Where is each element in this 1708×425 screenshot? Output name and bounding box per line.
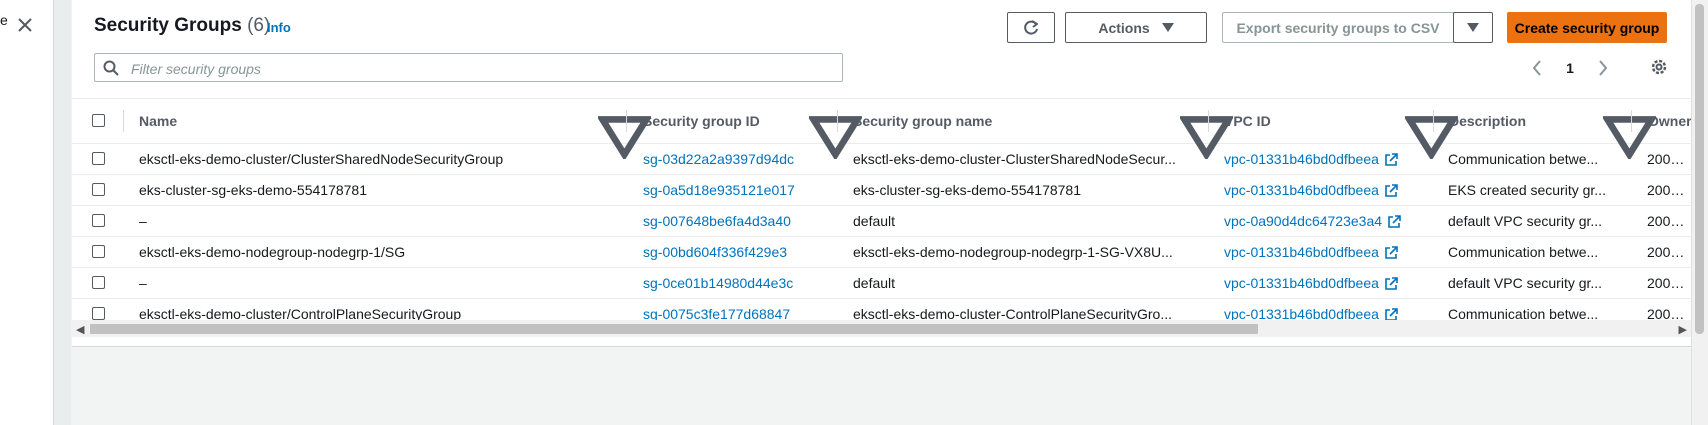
cell-description: Communication betwe... — [1448, 151, 1599, 167]
gear-icon[interactable] — [1649, 57, 1669, 77]
create-security-group-button[interactable]: Create security group — [1507, 12, 1667, 43]
header-separator — [123, 99, 124, 143]
search-input[interactable] — [129, 57, 833, 81]
cell-owner: 200244692886 — [1647, 213, 1691, 229]
external-link-icon[interactable] — [1384, 246, 1398, 260]
cell-vpc-id[interactable]: vpc-01331b46bd0dfbeea — [1224, 144, 1424, 174]
vpc-id-text[interactable]: vpc-01331b46bd0dfbeea — [1224, 151, 1379, 167]
create-label: Create security group — [1514, 19, 1660, 36]
layout-gutter — [54, 0, 71, 425]
cell-vpc-id[interactable]: vpc-01331b46bd0dfbeea — [1224, 268, 1424, 298]
cell-name: eksctl-eks-demo-nodegroup-nodegrp-1/SG — [139, 244, 406, 260]
vpc-id-text[interactable]: vpc-01331b46bd0dfbeea — [1224, 182, 1379, 198]
scroll-right-arrow[interactable]: ▶ — [1679, 323, 1687, 336]
caret-down-icon — [1161, 22, 1174, 32]
cell-security-group-id[interactable]: sg-0ce01b14980d44e3c — [643, 268, 828, 298]
horizontal-scrollbar[interactable]: ◀ ▶ — [72, 320, 1691, 337]
external-link-icon[interactable] — [1384, 153, 1398, 167]
pagination: 1 — [1531, 55, 1609, 81]
row-checkbox[interactable] — [92, 307, 105, 320]
cell-description: default VPC security gr... — [1448, 275, 1603, 291]
export-label: Export security groups to CSV — [1236, 19, 1440, 36]
side-panel-edge-text: e — [0, 12, 8, 28]
vertical-scrollbar[interactable] — [1691, 0, 1708, 425]
external-link-icon[interactable] — [1384, 277, 1398, 291]
table-row[interactable]: – sg-0ce01b14980d44e3c default vpc-01331… — [72, 268, 1691, 299]
cell-vpc-id[interactable]: vpc-01331b46bd0dfbeea — [1224, 175, 1424, 205]
vpc-id-text[interactable]: vpc-0a90d4dc64723e3a4 — [1224, 213, 1382, 229]
cell-vpc-id[interactable]: vpc-01331b46bd0dfbeea — [1224, 237, 1424, 267]
cell-name: – — [139, 275, 147, 291]
cell-description: EKS created security gr... — [1448, 182, 1606, 198]
table-head: Name Security group ID Security group na… — [72, 98, 1692, 159]
cell-vpc-id[interactable]: vpc-0a90d4dc64723e3a4 — [1224, 206, 1424, 236]
column-header-description[interactable]: Description — [1449, 99, 1526, 143]
cell-owner: 200244692886 — [1647, 244, 1691, 260]
cell-owner: 200244692886 — [1647, 182, 1691, 198]
cell-security-group-name: eksctl-eks-demo-cluster-ClusterSharedNod… — [853, 151, 1176, 167]
scroll-left-arrow[interactable]: ◀ — [76, 323, 84, 336]
row-checkbox[interactable] — [92, 276, 105, 289]
select-all-checkbox[interactable] — [92, 114, 105, 127]
cell-security-group-name: eks-cluster-sg-eks-demo-554178781 — [853, 182, 1081, 198]
cell-description: default VPC security gr... — [1448, 213, 1603, 229]
security-groups-container: Security Groups (6) Info Actions Export … — [72, 0, 1692, 347]
actions-label: Actions — [1098, 19, 1150, 36]
row-checkbox[interactable] — [92, 152, 105, 165]
column-header-name[interactable]: Name — [139, 99, 177, 143]
page-title: Security Groups (6) — [94, 15, 270, 37]
cell-description: Communication betwe... — [1448, 244, 1599, 260]
title-text: Security Groups — [94, 15, 242, 36]
row-checkbox[interactable] — [92, 183, 105, 196]
close-icon[interactable] — [14, 14, 36, 36]
column-header-vpc-id[interactable]: VPC ID — [1224, 99, 1271, 143]
refresh-icon — [1024, 19, 1038, 35]
cell-owner: 200244692886 — [1647, 275, 1691, 291]
table-header-bar: Security Groups (6) Info Actions Export … — [72, 0, 1691, 98]
caret-down-icon — [1467, 22, 1479, 32]
table-row[interactable]: eksctl-eks-demo-cluster/ClusterSharedNod… — [72, 144, 1691, 175]
export-csv-button[interactable]: Export security groups to CSV — [1222, 12, 1454, 43]
external-link-icon[interactable] — [1387, 215, 1401, 229]
search-field[interactable] — [94, 53, 843, 82]
table-row[interactable]: eksctl-eks-demo-nodegroup-nodegrp-1/SG s… — [72, 237, 1691, 268]
export-dropdown-button[interactable] — [1453, 12, 1493, 43]
chevron-right-icon[interactable] — [1597, 59, 1609, 77]
horizontal-scroll-thumb[interactable] — [90, 324, 1258, 334]
main-content: Security Groups (6) Info Actions Export … — [72, 0, 1692, 425]
cell-name: eksctl-eks-demo-cluster/ClusterSharedNod… — [139, 151, 504, 167]
table-row[interactable]: – sg-007648be6fa4d3a40 default vpc-0a90d… — [72, 206, 1691, 237]
external-link-icon[interactable] — [1384, 184, 1398, 198]
chevron-left-icon[interactable] — [1531, 59, 1543, 77]
vpc-id-text[interactable]: vpc-01331b46bd0dfbeea — [1224, 275, 1379, 291]
side-panel: e — [0, 0, 54, 425]
info-link[interactable]: Info — [267, 20, 291, 35]
cell-security-group-id[interactable]: sg-007648be6fa4d3a40 — [643, 206, 828, 236]
cell-security-group-id[interactable]: sg-00bd604f336f429e3 — [643, 237, 828, 267]
cell-owner: 200244692886 — [1647, 151, 1691, 167]
security-groups-table: Name Security group ID Security group na… — [72, 98, 1692, 330]
row-checkbox[interactable] — [92, 245, 105, 258]
column-header-security-group-id[interactable]: Security group ID — [643, 99, 760, 143]
vertical-scroll-thumb[interactable] — [1695, 4, 1704, 334]
vpc-id-text[interactable]: vpc-01331b46bd0dfbeea — [1224, 244, 1379, 260]
cell-security-group-name: default — [853, 213, 896, 229]
current-page[interactable]: 1 — [1566, 60, 1574, 76]
search-icon — [103, 60, 119, 76]
cell-security-group-name: default — [853, 275, 896, 291]
cell-security-group-name: eksctl-eks-demo-nodegroup-nodegrp-1-SG-V… — [853, 244, 1173, 260]
actions-dropdown[interactable]: Actions — [1065, 12, 1207, 43]
cell-name: – — [139, 213, 147, 229]
table-row[interactable]: eks-cluster-sg-eks-demo-554178781 sg-0a5… — [72, 175, 1691, 206]
column-header-security-group-name[interactable]: Security group name — [853, 99, 992, 143]
column-header-owner[interactable]: Owner — [1648, 99, 1692, 143]
row-checkbox[interactable] — [92, 214, 105, 227]
refresh-button[interactable] — [1007, 12, 1055, 43]
cell-name: eks-cluster-sg-eks-demo-554178781 — [139, 182, 367, 198]
cell-security-group-id[interactable]: sg-0a5d18e935121e017 — [643, 175, 828, 205]
cell-security-group-id[interactable]: sg-03d22a2a9397d94dc — [643, 144, 828, 174]
